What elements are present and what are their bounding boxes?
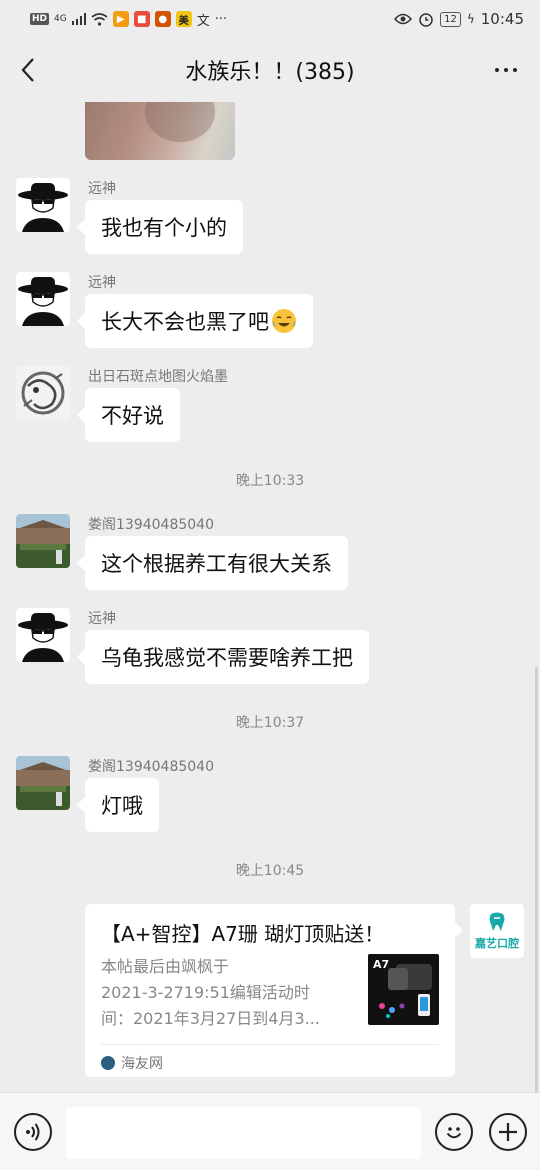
sender-name: 远神 xyxy=(88,181,116,197)
sender-name: 远神 xyxy=(88,275,116,291)
more-functions-button[interactable] xyxy=(489,1113,527,1151)
chevron-left-icon xyxy=(21,58,34,82)
avatar[interactable] xyxy=(16,366,70,420)
clock: 10:45 xyxy=(480,10,524,28)
alarm-icon xyxy=(419,13,433,27)
tooth-logo-icon xyxy=(489,912,505,931)
sender-name: 出日石斑点地图火焰墨 xyxy=(88,369,228,385)
link-card-desc-line: 2021-3-2719:51编辑活动时 xyxy=(101,983,310,1002)
battery-icon: 12 xyxy=(440,11,461,27)
input-bar xyxy=(0,1092,540,1170)
shopping-app-icon: ● xyxy=(154,11,171,27)
building-photo-avatar-icon xyxy=(16,756,70,810)
chat-header: 水族乐！！(385) xyxy=(0,38,540,102)
link-card-thumbnail: A7 xyxy=(368,954,439,1025)
hat-person-avatar-icon xyxy=(16,272,70,326)
divider xyxy=(101,1044,439,1045)
avatar[interactable] xyxy=(16,514,70,568)
more-dot-icon xyxy=(495,68,499,72)
timestamp: 晚上10:45 xyxy=(235,863,305,879)
more-dot-icon xyxy=(513,68,517,72)
sender-name: 娄阁13940485040 xyxy=(88,759,214,775)
message-bubble[interactable]: 灯哦 xyxy=(77,778,159,832)
avatar[interactable] xyxy=(16,178,70,232)
message-text: 乌龟我感觉不需要啥养工把 xyxy=(101,646,353,670)
more-notifications-indicator: ··· xyxy=(214,11,228,27)
source-name: 海友网 xyxy=(121,1056,163,1072)
meituan-app-icon: 美 xyxy=(175,11,192,27)
news-app-icon: 文 xyxy=(196,13,210,29)
my-avatar[interactable]: 嘉艺口腔 xyxy=(470,904,524,958)
chat-title: 水族乐！！(385) xyxy=(185,60,355,85)
message-input[interactable] xyxy=(66,1107,421,1159)
status-left: HD 4G ▶ ■ ● 美 文 ··· xyxy=(30,10,227,29)
avatar[interactable] xyxy=(16,608,70,662)
hat-person-avatar-icon xyxy=(16,178,70,232)
message-text: 不好说 xyxy=(101,404,164,428)
timestamp: 晚上10:37 xyxy=(235,715,305,731)
timestamp: 晚上10:33 xyxy=(235,473,305,489)
avatar[interactable] xyxy=(16,756,70,810)
back-button[interactable] xyxy=(10,52,46,88)
building-photo-avatar-icon xyxy=(16,514,70,568)
video-app-icon: ▶ xyxy=(112,11,129,27)
link-card-title: 【A+智控】A7珊 瑚灯顶贴送！ xyxy=(101,922,385,946)
hat-person-avatar-icon xyxy=(16,608,70,662)
signal-bars-icon xyxy=(71,13,86,25)
voice-button[interactable] xyxy=(14,1113,52,1151)
image-message[interactable] xyxy=(85,102,235,160)
source-logo-icon xyxy=(101,1056,115,1070)
message-text: 我也有个小的 xyxy=(101,216,227,240)
emoji-button[interactable] xyxy=(435,1113,473,1151)
message-text: 这个根据养工有很大关系 xyxy=(101,552,332,576)
link-card-desc-line: 间：2021年3月27日到4月3... xyxy=(101,1009,320,1028)
message-bubble[interactable]: 我也有个小的 xyxy=(77,200,243,254)
sender-name: 远神 xyxy=(88,611,116,627)
plus-icon xyxy=(499,1123,517,1141)
link-card[interactable]: 【A+智控】A7珊 瑚灯顶贴送！ 本帖最后由飒枫于 2021-3-2719:51… xyxy=(85,904,463,1077)
scrollbar[interactable] xyxy=(535,667,538,1092)
my-avatar-label: 嘉艺口腔 xyxy=(475,937,519,950)
more-dot-icon xyxy=(504,68,508,72)
aquarium-light-product-icon xyxy=(379,964,432,1018)
message-list[interactable]: 远神 我也有个小的 远神 长大不会也黑了吧 出日石斑点地图火焰墨 不好说 晚上1… xyxy=(0,102,540,1092)
reader-app-icon: ■ xyxy=(133,11,150,27)
message-text: 灯哦 xyxy=(101,794,143,818)
avatar[interactable] xyxy=(16,272,70,326)
voice-icon xyxy=(26,1123,40,1141)
more-button[interactable] xyxy=(486,52,526,88)
message-bubble[interactable]: 长大不会也黑了吧 xyxy=(77,294,313,348)
message-bubble[interactable]: 这个根据养工有很大关系 xyxy=(77,536,348,590)
wifi-icon xyxy=(91,12,108,26)
link-card-description: 本帖最后由飒枫于 2021-3-2719:51编辑活动时 间：2021年3月27… xyxy=(101,954,351,1032)
smiley-icon xyxy=(446,1127,462,1139)
message-bubble[interactable]: 乌龟我感觉不需要啥养工把 xyxy=(77,630,369,684)
eye-icon xyxy=(394,13,413,25)
dragon-avatar-icon xyxy=(16,366,70,420)
charging-icon: ϟ xyxy=(466,12,475,26)
message-text: 长大不会也黑了吧 xyxy=(101,310,269,334)
link-card-desc-line: 本帖最后由飒枫于 xyxy=(101,957,230,976)
link-card-source: 海友网 xyxy=(101,1053,163,1073)
hd-indicator: HD xyxy=(30,13,50,25)
status-right: 12 ϟ 10:45 xyxy=(394,10,524,28)
status-bar: HD 4G ▶ ■ ● 美 文 ··· 12 ϟ 10:45 xyxy=(0,0,540,38)
message-bubble[interactable]: 不好说 xyxy=(77,388,180,442)
signal-indicator: 4G xyxy=(54,14,67,24)
sender-name: 娄阁13940485040 xyxy=(88,517,214,533)
crying-laughing-emoji-icon xyxy=(272,309,296,333)
